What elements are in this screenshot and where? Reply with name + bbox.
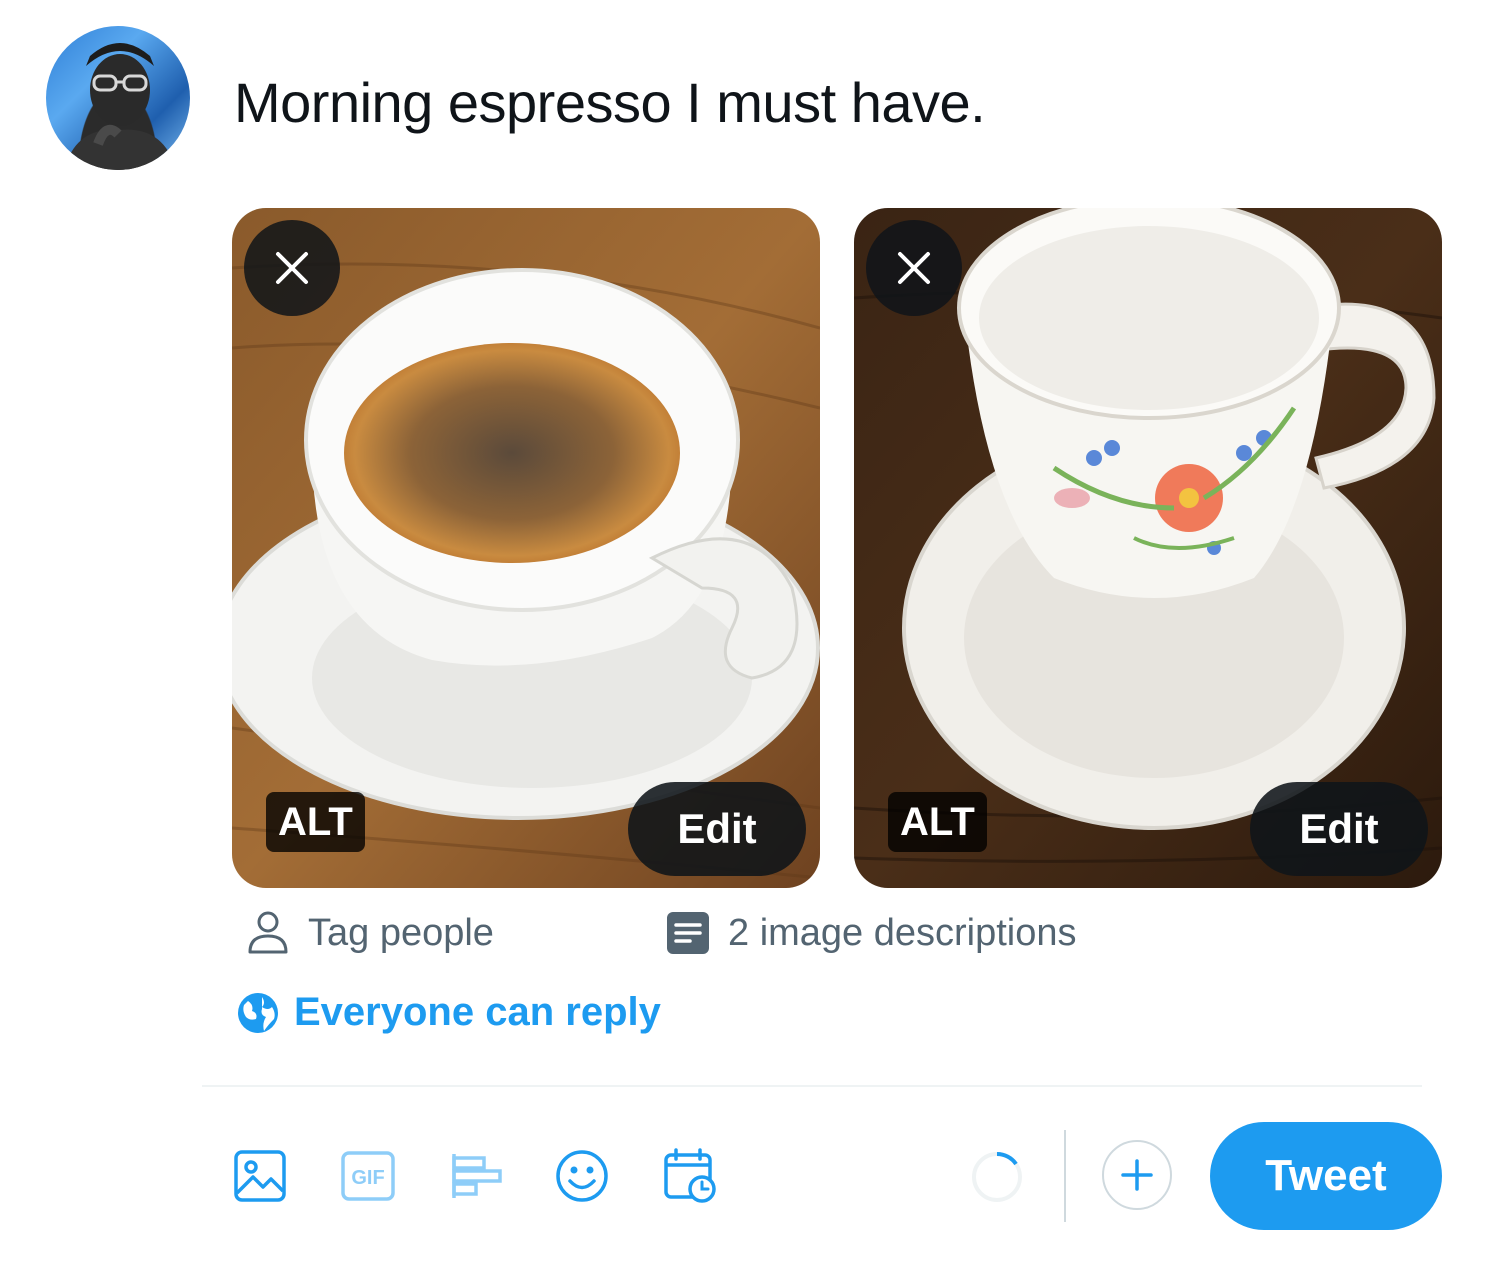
add-emoji-button[interactable] <box>552 1146 612 1206</box>
media-item-teacup[interactable]: ALT Edit <box>854 208 1442 888</box>
add-poll-button[interactable] <box>446 1146 506 1206</box>
emoji-icon <box>556 1150 608 1202</box>
globe-icon <box>238 992 278 1033</box>
edit-media-button[interactable]: Edit <box>628 782 806 876</box>
tag-people-button[interactable]: Tag people <box>246 904 494 962</box>
tweet-text[interactable]: Morning espresso I must have. <box>234 70 986 135</box>
remove-media-button[interactable] <box>244 220 340 316</box>
add-media-button[interactable] <box>230 1146 290 1206</box>
image-descriptions-button[interactable]: 2 image descriptions <box>666 904 1077 962</box>
avatar-image <box>64 43 176 170</box>
plus-icon <box>1121 1159 1153 1191</box>
poll-icon <box>452 1154 502 1198</box>
remove-media-button[interactable] <box>866 220 962 316</box>
avatar[interactable] <box>46 26 190 170</box>
gif-icon: GIF <box>341 1151 395 1201</box>
reply-setting-label: Everyone can reply <box>294 990 661 1034</box>
alt-badge[interactable]: ALT <box>888 792 987 852</box>
alt-badge[interactable]: ALT <box>266 792 365 852</box>
image-descriptions-label: 2 image descriptions <box>728 911 1077 954</box>
document-icon <box>667 912 709 954</box>
reply-setting-button[interactable]: Everyone can reply <box>236 990 661 1035</box>
close-icon <box>898 252 930 284</box>
edit-media-button[interactable]: Edit <box>1250 782 1428 876</box>
person-icon <box>248 911 288 954</box>
schedule-icon <box>664 1148 716 1203</box>
character-count-ring <box>972 1151 1022 1202</box>
divider <box>202 1085 1422 1087</box>
image-icon <box>234 1150 286 1202</box>
gif-icon-text: GIF <box>351 1167 384 1189</box>
close-icon <box>276 252 308 284</box>
media-item-espresso[interactable]: ALT Edit <box>232 208 820 888</box>
schedule-button[interactable] <box>660 1146 720 1206</box>
tag-people-label: Tag people <box>308 911 494 954</box>
add-gif-button[interactable]: GIF <box>338 1146 398 1206</box>
toolbar-separator <box>1064 1130 1066 1222</box>
tweet-button[interactable]: Tweet <box>1210 1122 1442 1230</box>
add-tweet-button[interactable] <box>1102 1140 1172 1210</box>
